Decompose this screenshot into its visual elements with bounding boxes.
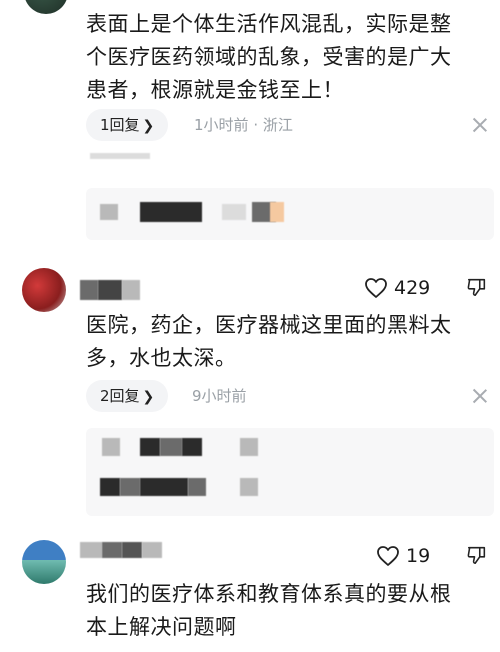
- reply-preview[interactable]: [86, 188, 494, 240]
- reply-count-button[interactable]: 2回复 ❯: [86, 380, 169, 412]
- comment-location: 浙江: [262, 116, 293, 134]
- heart-icon[interactable]: [376, 545, 400, 567]
- blurred-text: [222, 204, 246, 220]
- heart-icon[interactable]: [364, 277, 388, 299]
- blurred-username: [102, 542, 122, 558]
- comment-line: 医院，药企，医疗器械这里面的黑料太: [86, 313, 452, 337]
- blurred-text: [240, 478, 258, 496]
- blurred-text: [90, 153, 150, 159]
- blurred-name: [140, 202, 202, 222]
- avatar[interactable]: [22, 540, 66, 584]
- comment-time: 9小时前: [192, 387, 247, 405]
- blurred-username: [122, 280, 140, 300]
- blurred-text: [140, 478, 188, 496]
- blurred-username: [98, 280, 122, 300]
- reply-count-label: 2回复: [100, 387, 140, 405]
- comment-text: 医院，药企，医疗器械这里面的黑料太 多，水也太深。: [86, 309, 452, 375]
- like-count: 429: [394, 277, 431, 299]
- dislike-icon[interactable]: [466, 544, 488, 566]
- comment-time: 1小时前: [194, 116, 249, 134]
- comment-line: 患者，根源就是金钱至上！: [86, 78, 344, 102]
- blurred-name: [182, 438, 202, 456]
- blurred-username: [80, 542, 102, 558]
- blurred-name: [140, 438, 160, 456]
- blurred-name: [160, 438, 182, 456]
- blurred-text: [100, 478, 120, 496]
- comment-text: 我们的医疗体系和教育体系真的要从根 本上解决问题啊: [86, 578, 452, 644]
- blurred-name: [102, 438, 120, 456]
- comment-line: 个医疗医药领域的乱象，受害的是广大: [86, 45, 452, 69]
- like-count: 19: [406, 545, 431, 567]
- blurred-text: [120, 478, 140, 496]
- blurred-text: [270, 202, 284, 222]
- close-icon[interactable]: [472, 117, 488, 133]
- reply-count-button[interactable]: 1回复 ❯: [86, 109, 169, 141]
- blurred-username: [142, 542, 162, 558]
- reply-preview[interactable]: [86, 428, 494, 516]
- reply-count-label: 1回复: [100, 116, 140, 134]
- comment-line: 多，水也太深。: [86, 346, 237, 370]
- comment-meta: 1小时前 · 浙江: [194, 116, 293, 134]
- blurred-username: [122, 542, 142, 558]
- comment-text: 表面上是个体生活作风混乱，实际是整 个医疗医药领域的乱象，受害的是广大 患者，根…: [86, 8, 452, 107]
- blurred-name: [100, 204, 118, 220]
- avatar[interactable]: [24, 0, 68, 14]
- avatar[interactable]: [22, 268, 66, 312]
- comment-meta: 9小时前: [192, 380, 247, 412]
- comment-line: 本上解决问题啊: [86, 615, 237, 639]
- chevron-right-icon: ❯: [142, 389, 155, 405]
- blurred-text: [188, 478, 206, 496]
- close-icon[interactable]: [472, 388, 488, 404]
- blurred-username: [80, 280, 98, 300]
- comment-line: 我们的医疗体系和教育体系真的要从根: [86, 582, 452, 606]
- chevron-right-icon: ❯: [142, 118, 155, 134]
- dislike-icon[interactable]: [466, 276, 488, 298]
- blurred-text: [240, 438, 258, 456]
- comment-line: 表面上是个体生活作风混乱，实际是整: [86, 12, 452, 36]
